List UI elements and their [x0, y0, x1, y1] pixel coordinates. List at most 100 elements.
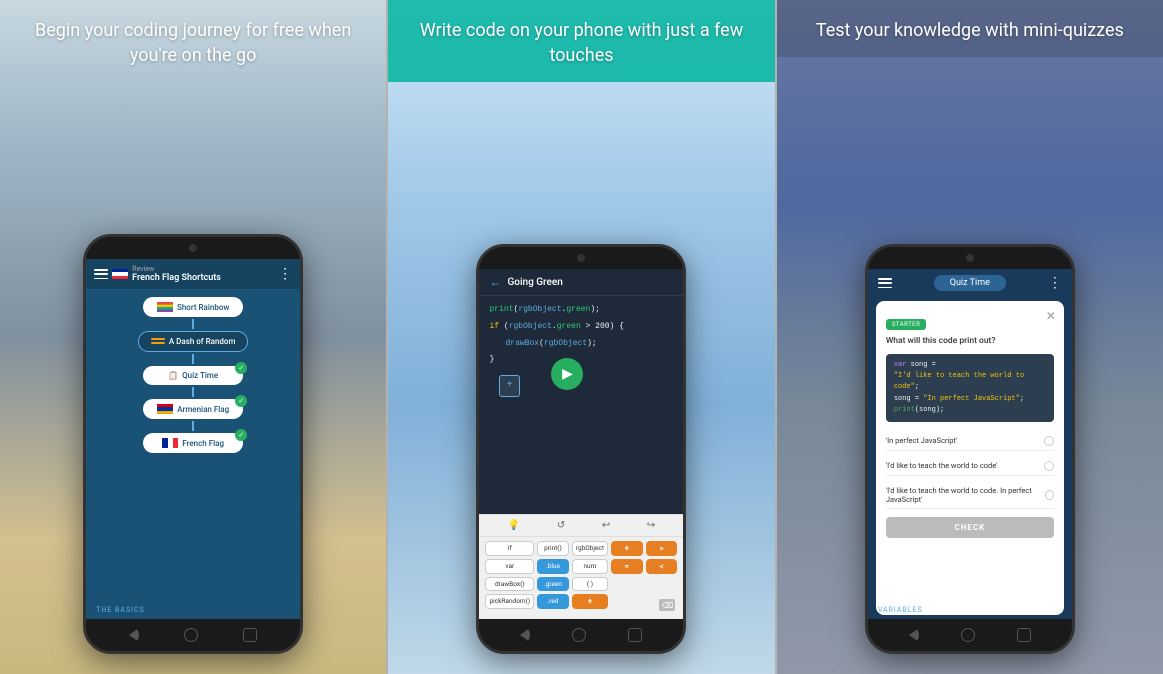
close-button[interactable]: ✕ — [1046, 309, 1056, 323]
dash-icon — [151, 338, 165, 346]
token-var[interactable]: var — [485, 559, 534, 574]
dash-line-1 — [151, 338, 165, 340]
quiz-time-check: ✓ — [235, 362, 247, 374]
token-red[interactable]: .red — [537, 594, 569, 609]
going-green-title: Going Green — [507, 277, 562, 288]
token-parens[interactable]: ( ) — [572, 577, 608, 591]
panel-3-phone-screen: Quiz Time ⋮ STARTER ✕ What will this cod… — [868, 269, 1072, 619]
code-rgb-obj-2: rgbObject — [509, 322, 552, 331]
check-button[interactable]: CHECK — [886, 517, 1054, 538]
panel-1-header: Begin your coding journey for free when … — [0, 0, 386, 82]
hamburger-icon[interactable] — [94, 269, 108, 279]
nav-back-button[interactable] — [129, 628, 139, 642]
code-toolbar: 💡 ↺ ↩ ↪ if print() rgbObject + > var .bl… — [479, 514, 683, 619]
panel-1-topbar-left: Review French Flag Shortcuts — [94, 265, 221, 283]
panel-2-phone-bottom-bar — [479, 619, 683, 651]
code-editor-area[interactable]: print(rgbObject.green); if (rgbObject.gr… — [479, 296, 683, 478]
panel-1: Begin your coding journey for free when … — [0, 0, 386, 674]
option-3-radio[interactable] — [1045, 490, 1054, 500]
course-item-short-rainbow: Short Rainbow — [143, 297, 243, 317]
back-arrow-icon[interactable]: ← — [489, 275, 501, 289]
token-print[interactable]: print() — [537, 541, 569, 556]
refresh-icon[interactable]: ↺ — [557, 520, 565, 531]
quiz-time-label: Quiz Time — [182, 371, 218, 380]
undo-icon[interactable]: ↩ — [602, 520, 610, 531]
lightbulb-icon[interactable]: 💡 — [508, 520, 520, 531]
quiz-code-line-1: var song = — [894, 360, 1046, 371]
token-lt[interactable]: < — [646, 559, 678, 574]
option-1[interactable]: 'In perfect JavaScript' — [886, 432, 1054, 451]
panel-2-header-text: Write code on your phone with just a few… — [408, 18, 754, 68]
panel-3-camera — [966, 254, 974, 262]
hamburger-line-1 — [94, 269, 108, 271]
nav-recents-button[interactable] — [243, 628, 257, 642]
dash-random-item[interactable]: A Dash of Random — [138, 331, 249, 352]
nav-recents-button-3[interactable] — [1017, 628, 1031, 642]
ham-line-2 — [878, 282, 892, 284]
short-rainbow-label: Short Rainbow — [177, 303, 229, 312]
ham-line-1 — [878, 278, 892, 280]
panel-2-phone-screen: ← Going Green print(rgbObject.green); if… — [479, 269, 683, 619]
token-blue[interactable]: .blue — [537, 559, 569, 574]
connector-4 — [192, 421, 194, 431]
token-gt[interactable]: > — [646, 541, 678, 556]
code-line-3: drawBox(rgbObject); — [489, 338, 673, 351]
play-button[interactable]: ▶ — [551, 358, 583, 390]
string-2: "In perfect JavaScript" — [923, 395, 1020, 403]
variables-label: VARIABLES — [878, 606, 923, 614]
panel-3-header-text: Test your knowledge with mini-quizzes — [797, 18, 1143, 43]
armenian-flag-label: Armenian Flag — [177, 405, 229, 414]
panel-3: Test your knowledge with mini-quizzes Qu… — [777, 0, 1163, 674]
panel-3-dots-icon[interactable]: ⋮ — [1048, 276, 1062, 290]
option-2-radio[interactable] — [1044, 461, 1054, 471]
option-3[interactable]: 'I'd like to teach the world to code. In… — [886, 482, 1054, 509]
code-if-paren: ( — [499, 322, 509, 331]
quiz-code-line-4: print(song); — [894, 405, 1046, 416]
token-num[interactable]: num — [572, 559, 608, 574]
token-rgbobject[interactable]: rgbObject — [572, 541, 608, 556]
nav-home-button[interactable] — [184, 628, 198, 642]
short-rainbow-item[interactable]: Short Rainbow — [143, 297, 243, 317]
code-semicolon-1: ); — [590, 305, 600, 314]
delete-button[interactable]: ⌫ — [659, 599, 675, 611]
redo-icon[interactable]: ↪ — [647, 520, 655, 531]
token-grid: if print() rgbObject + > var .blue num =… — [479, 537, 683, 613]
dots-menu-icon[interactable]: ⋮ — [278, 267, 292, 281]
french-flag-item[interactable]: French Flag ✓ — [143, 433, 243, 453]
token-plus-1[interactable]: + — [611, 541, 643, 556]
token-green[interactable]: .green — [537, 577, 569, 591]
option-2-text: 'I'd like to teach the world to code' — [886, 461, 998, 470]
panel-1-app-topbar: Review French Flag Shortcuts ⋮ — [86, 259, 300, 289]
song-assign: song = — [894, 395, 923, 403]
nav-back-button-2[interactable] — [520, 628, 530, 642]
token-plus-2[interactable]: + — [572, 594, 608, 609]
french-flag-red — [112, 276, 128, 279]
token-if[interactable]: if — [485, 541, 534, 556]
option-1-radio[interactable] — [1044, 436, 1054, 446]
quiz-code-line-3: song = "In perfect JavaScript"; — [894, 394, 1046, 405]
armenian-flag-icon — [157, 404, 173, 414]
token-pickrandom[interactable]: pickRandom() — [485, 594, 534, 609]
add-line-button[interactable]: + — [499, 375, 519, 397]
armenian-orange — [157, 411, 173, 414]
print-paren: (song); — [915, 406, 944, 414]
nav-recents-button-2[interactable] — [628, 628, 642, 642]
panel-3-hamburger[interactable] — [878, 278, 892, 288]
hamburger-line-3 — [94, 278, 108, 280]
code-line-2: if (rgbObject.green > 200) { — [489, 321, 673, 334]
code-rgb-obj-1: rgbObject — [518, 305, 561, 314]
panel-1-phone-screen: Review French Flag Shortcuts ⋮ — [86, 259, 300, 619]
option-2[interactable]: 'I'd like to teach the world to code' — [886, 457, 1054, 476]
token-drawbox[interactable]: drawBox() — [485, 577, 534, 591]
panel-1-header-text: Begin your coding journey for free when … — [20, 18, 366, 68]
nav-home-button-2[interactable] — [572, 628, 586, 642]
rainbow-flag-icon — [157, 302, 173, 312]
quiz-time-item[interactable]: 📋 Quiz Time ✓ — [143, 366, 243, 385]
nav-back-button-3[interactable] — [909, 628, 919, 642]
panel-3-header: Test your knowledge with mini-quizzes — [777, 0, 1163, 57]
nav-home-button-3[interactable] — [961, 628, 975, 642]
armenian-flag-item[interactable]: Armenian Flag ✓ — [143, 399, 243, 419]
starter-badge: STARTER — [886, 319, 926, 330]
french-check: ✓ — [235, 429, 247, 441]
token-eq[interactable]: = — [611, 559, 643, 574]
